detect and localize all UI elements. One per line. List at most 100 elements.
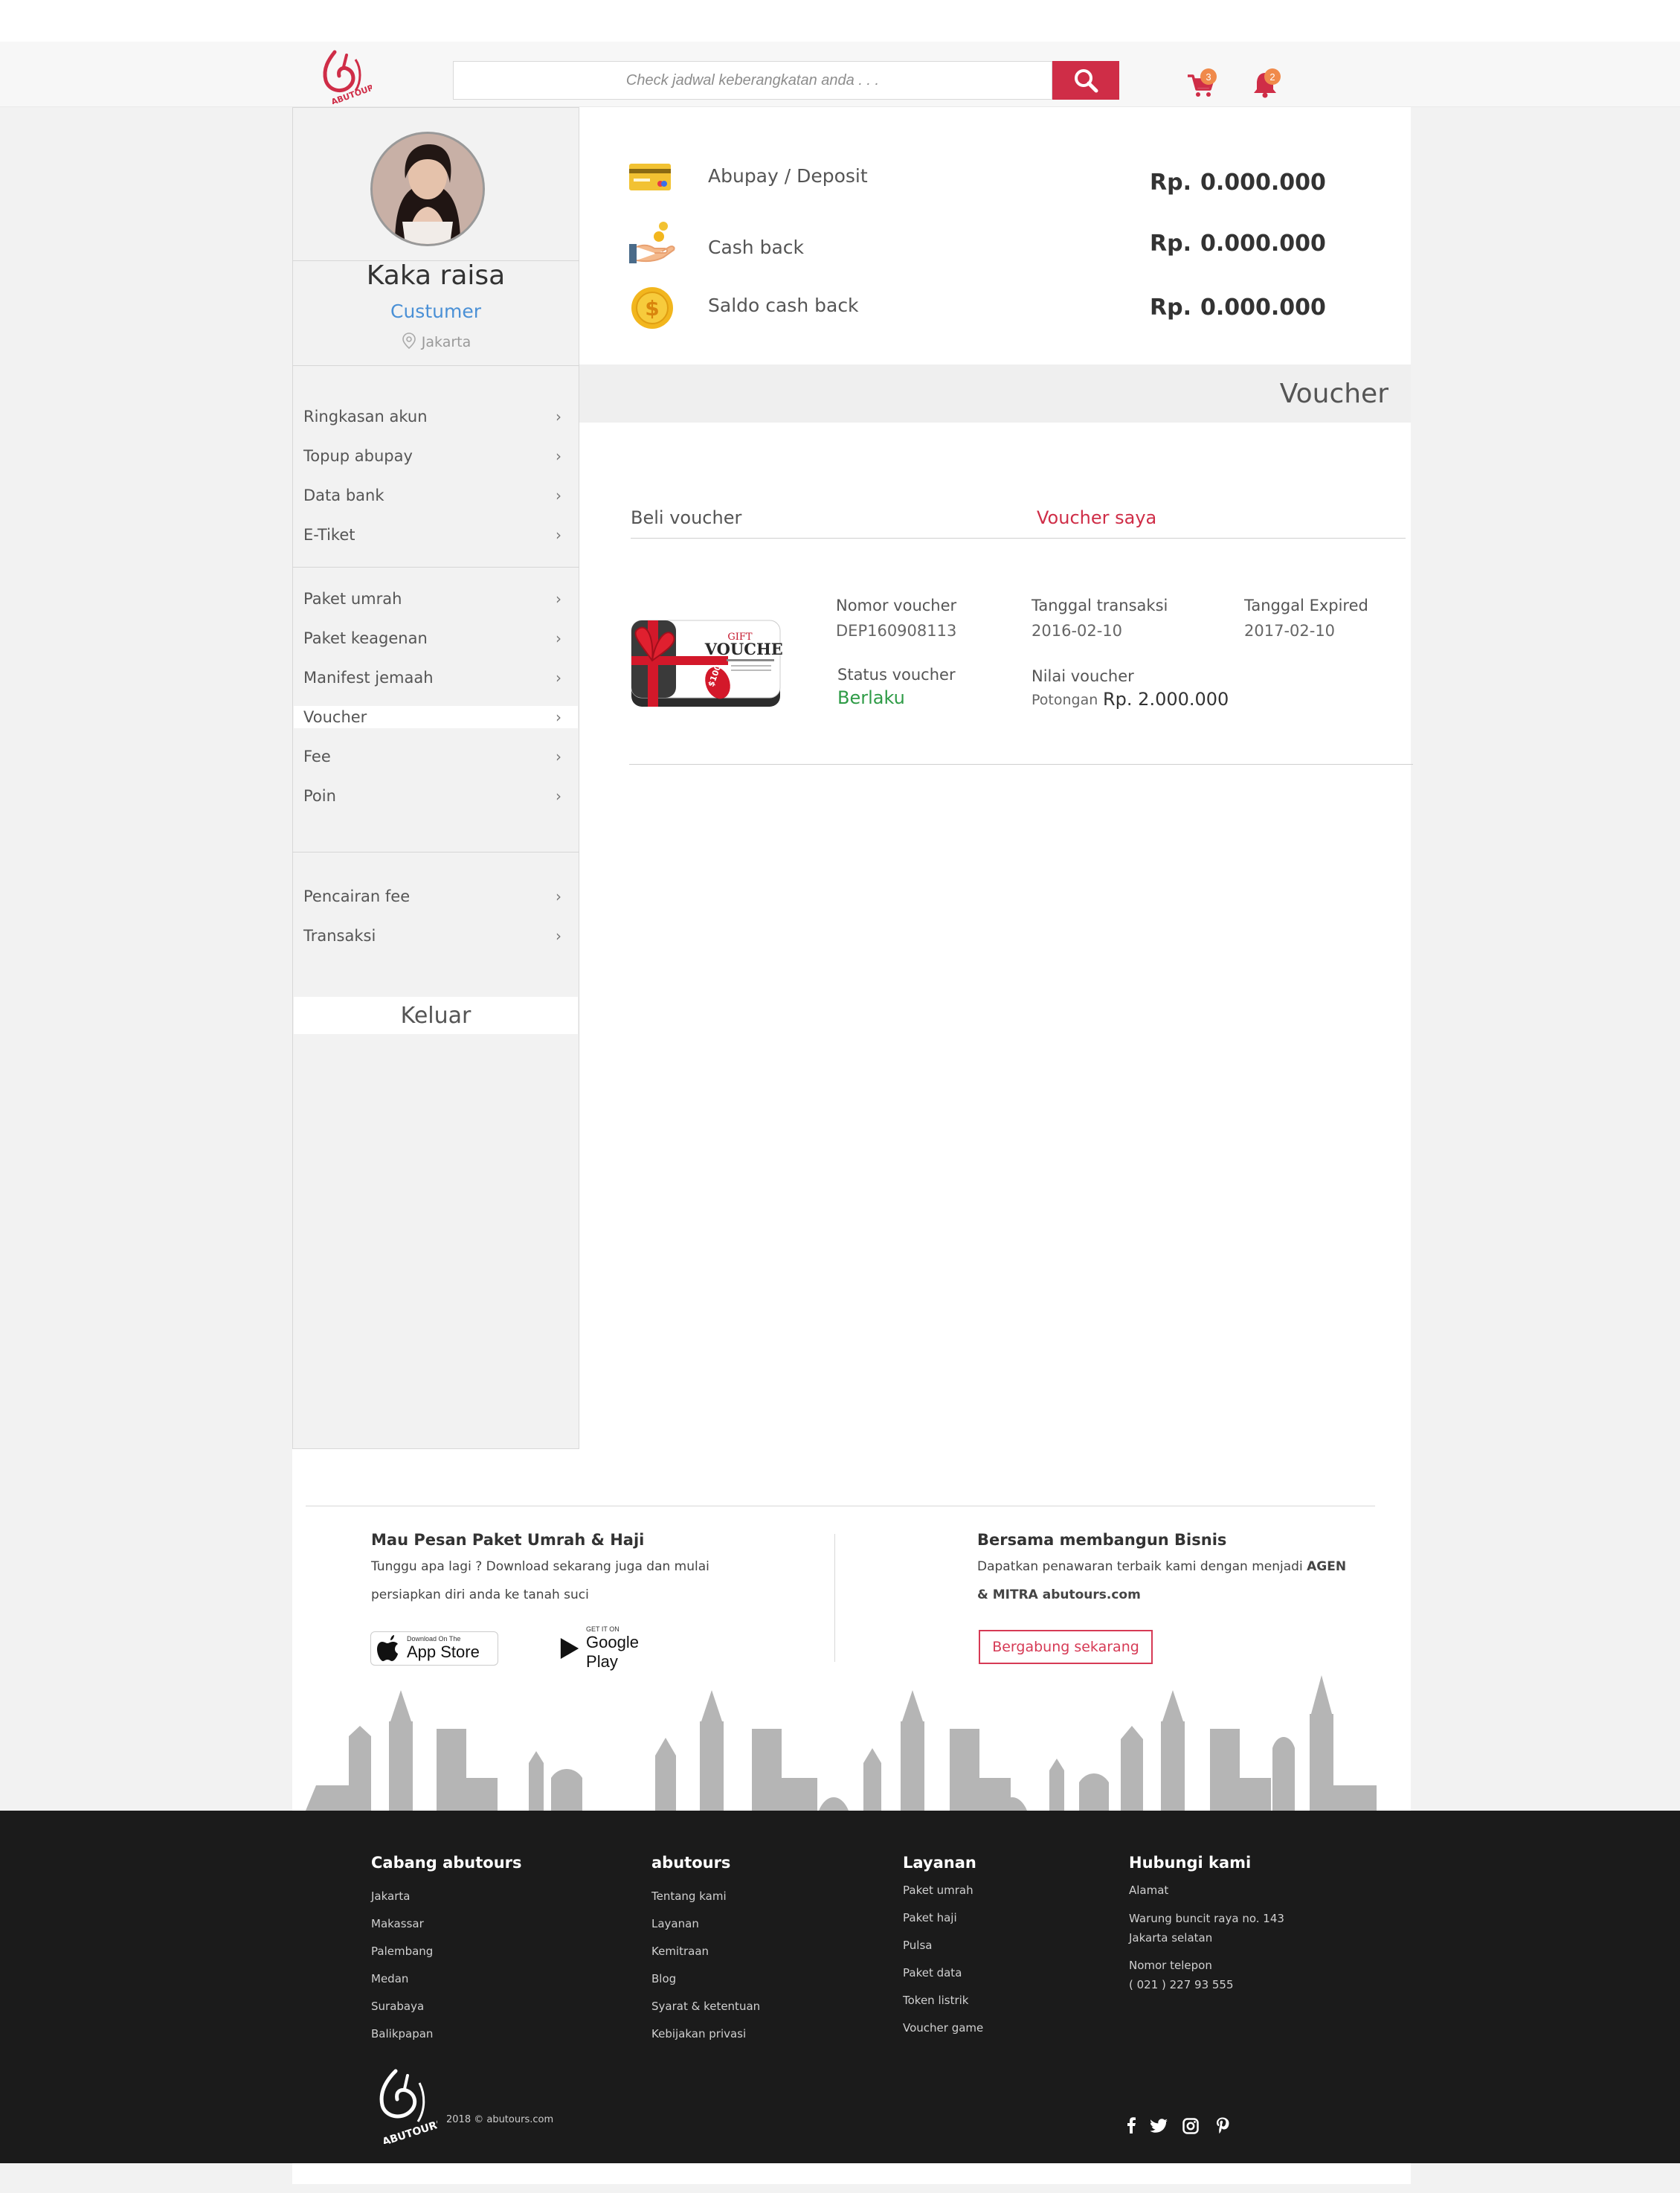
app-store-label: App Store (407, 1643, 480, 1661)
footer-link[interactable]: Layanan (651, 1917, 699, 1930)
notification-count-badge: 2 (1264, 68, 1281, 85)
balance-value: 0.000.000 (1200, 295, 1326, 321)
menu-manifest-jemaah[interactable]: Manifest jemaah › (294, 667, 578, 689)
footer-link[interactable]: Pulsa (903, 1939, 932, 1952)
voucher-content (579, 423, 1411, 1449)
join-button[interactable]: Bergabung sekarang (979, 1630, 1153, 1664)
voucher-section-header: Voucher (579, 365, 1411, 423)
status-voucher-label: Status voucher (837, 666, 956, 684)
menu-transaksi[interactable]: Transaksi › (294, 925, 578, 947)
google-play-caption: GET IT ON (586, 1625, 619, 1633)
instagram-icon[interactable] (1182, 2118, 1199, 2137)
menu-paket-keagenan[interactable]: Paket keagenan › (294, 627, 578, 649)
footer-links (0, 1811, 1680, 2163)
app-store-button[interactable]: Download On The App Store (370, 1631, 498, 1666)
menu-label: Topup abupay (303, 447, 413, 465)
footer-link[interactable]: Tentang kami (651, 1889, 727, 1903)
footer-link[interactable]: Paket umrah (903, 1884, 973, 1897)
contact-address: Jakarta selatan (1129, 1931, 1213, 1945)
logout-button[interactable]: Keluar (294, 997, 578, 1034)
coin-icon: $ (631, 286, 674, 333)
footer-link[interactable]: Paket haji (903, 1911, 957, 1924)
search-icon (1075, 69, 1098, 93)
twitter-icon[interactable] (1150, 2119, 1168, 2136)
tab-beli-voucher[interactable]: Beli voucher (631, 507, 741, 528)
menu-label: Paket umrah (303, 590, 402, 608)
nilai-voucher-value: Rp. 2.000.000 (1103, 689, 1229, 710)
menu-voucher[interactable]: Voucher › (294, 706, 578, 728)
nilai-voucher-prefix: Potongan (1032, 692, 1098, 708)
divider (292, 852, 579, 853)
footer-link[interactable]: Syarat & ketentuan (651, 2000, 760, 2013)
business-text-bold: AGEN (1307, 1559, 1347, 1574)
nomor-voucher-value: DEP160908113 (836, 622, 957, 640)
svg-text:$: $ (645, 296, 659, 321)
footer-app-text: Tunggu apa lagi ? Download sekarang juga… (371, 1559, 709, 1574)
menu-topup-abupay[interactable]: Topup abupay › (294, 445, 578, 467)
menu-pencairan-fee[interactable]: Pencairan fee › (294, 885, 578, 908)
abutours-logo[interactable]: ABUTOURS (312, 45, 381, 107)
chevron-right-icon: › (556, 748, 561, 765)
footer-link[interactable]: Token listrik (903, 1994, 969, 2007)
balance-label: Cash back (708, 237, 805, 258)
balance-currency: Rp. (1150, 231, 1191, 257)
menu-fee[interactable]: Fee › (294, 745, 578, 768)
city-skyline-illustration (306, 1674, 1377, 1814)
search-box[interactable] (453, 61, 1052, 100)
facebook-icon[interactable] (1126, 2117, 1136, 2135)
chevron-right-icon: › (556, 526, 561, 544)
footer-link[interactable]: Blog (651, 1972, 676, 1985)
menu-label: Data bank (303, 487, 384, 504)
profile-location: Jakarta (292, 332, 579, 353)
footer-link[interactable]: Voucher game (903, 2021, 983, 2035)
footer-business-text: & MITRA abutours.com (977, 1587, 1141, 1602)
menu-label: Transaksi (303, 927, 376, 945)
bottom-bar (292, 2163, 1411, 2184)
footer-link[interactable]: Paket data (903, 1966, 962, 1980)
profile-role: Custumer (390, 301, 481, 322)
footer-link[interactable]: Jakarta (371, 1889, 410, 1903)
vertical-divider (834, 1534, 835, 1662)
menu-ringkasan-akun[interactable]: Ringkasan akun › (294, 405, 578, 428)
app-store-caption: Download On The (407, 1635, 461, 1643)
footer-link[interactable]: Surabaya (371, 2000, 424, 2013)
top-spacer (0, 0, 1680, 42)
balance-currency: Rp. (1150, 170, 1191, 196)
footer-link[interactable]: Kemitraan (651, 1945, 709, 1958)
footer-link[interactable]: Balikpapan (371, 2027, 433, 2041)
footer-logo: ABUTOURS (366, 2062, 445, 2148)
menu-poin[interactable]: Poin › (294, 785, 578, 807)
footer-logo-text: ABUTOURS (381, 2117, 437, 2144)
copyright: 2018 © abutours.com (446, 2114, 554, 2125)
footer-link[interactable]: Palembang (371, 1945, 433, 1958)
menu-e-tiket[interactable]: E-Tiket › (294, 524, 578, 546)
nilai-voucher-label: Nilai voucher (1032, 667, 1134, 685)
tanggal-transaksi-value: 2016-02-10 (1032, 622, 1123, 640)
footer-link[interactable]: Kebijakan privasi (651, 2027, 746, 2041)
search-button[interactable] (1052, 61, 1119, 100)
menu-data-bank[interactable]: Data bank › (294, 484, 578, 507)
location-pin-icon (401, 332, 417, 353)
tab-voucher-saya[interactable]: Voucher saya (1037, 507, 1156, 528)
footer-app-title: Mau Pesan Paket Umrah & Haji (371, 1531, 645, 1549)
google-play-label: Google Play (586, 1633, 639, 1671)
contact-phone-label: Nomor telepon (1129, 1959, 1212, 1972)
search-input[interactable] (454, 62, 1052, 99)
status-voucher-value: Berlaku (837, 687, 905, 708)
footer-link[interactable]: Makassar (371, 1917, 424, 1930)
balance-label: Saldo cash back (708, 295, 859, 316)
footer-link[interactable]: Medan (371, 1972, 408, 1985)
pinterest-icon[interactable] (1216, 2117, 1229, 2138)
divider (292, 365, 579, 366)
balance-value: 0.000.000 (1200, 170, 1326, 196)
footer-col-title: Layanan (903, 1854, 976, 1872)
voucher-image[interactable]: $100 GIFT VOUCHER (630, 617, 796, 713)
menu-label: Voucher (303, 708, 367, 726)
profile-name: Kaka raisa (366, 260, 506, 291)
menu-label: Fee (303, 748, 331, 765)
google-play-button[interactable]: GET IT ON Google Play (553, 1625, 669, 1671)
chevron-right-icon: › (556, 447, 561, 465)
menu-paket-umrah[interactable]: Paket umrah › (294, 588, 578, 610)
chevron-right-icon: › (556, 708, 561, 726)
apple-icon (377, 1635, 398, 1661)
